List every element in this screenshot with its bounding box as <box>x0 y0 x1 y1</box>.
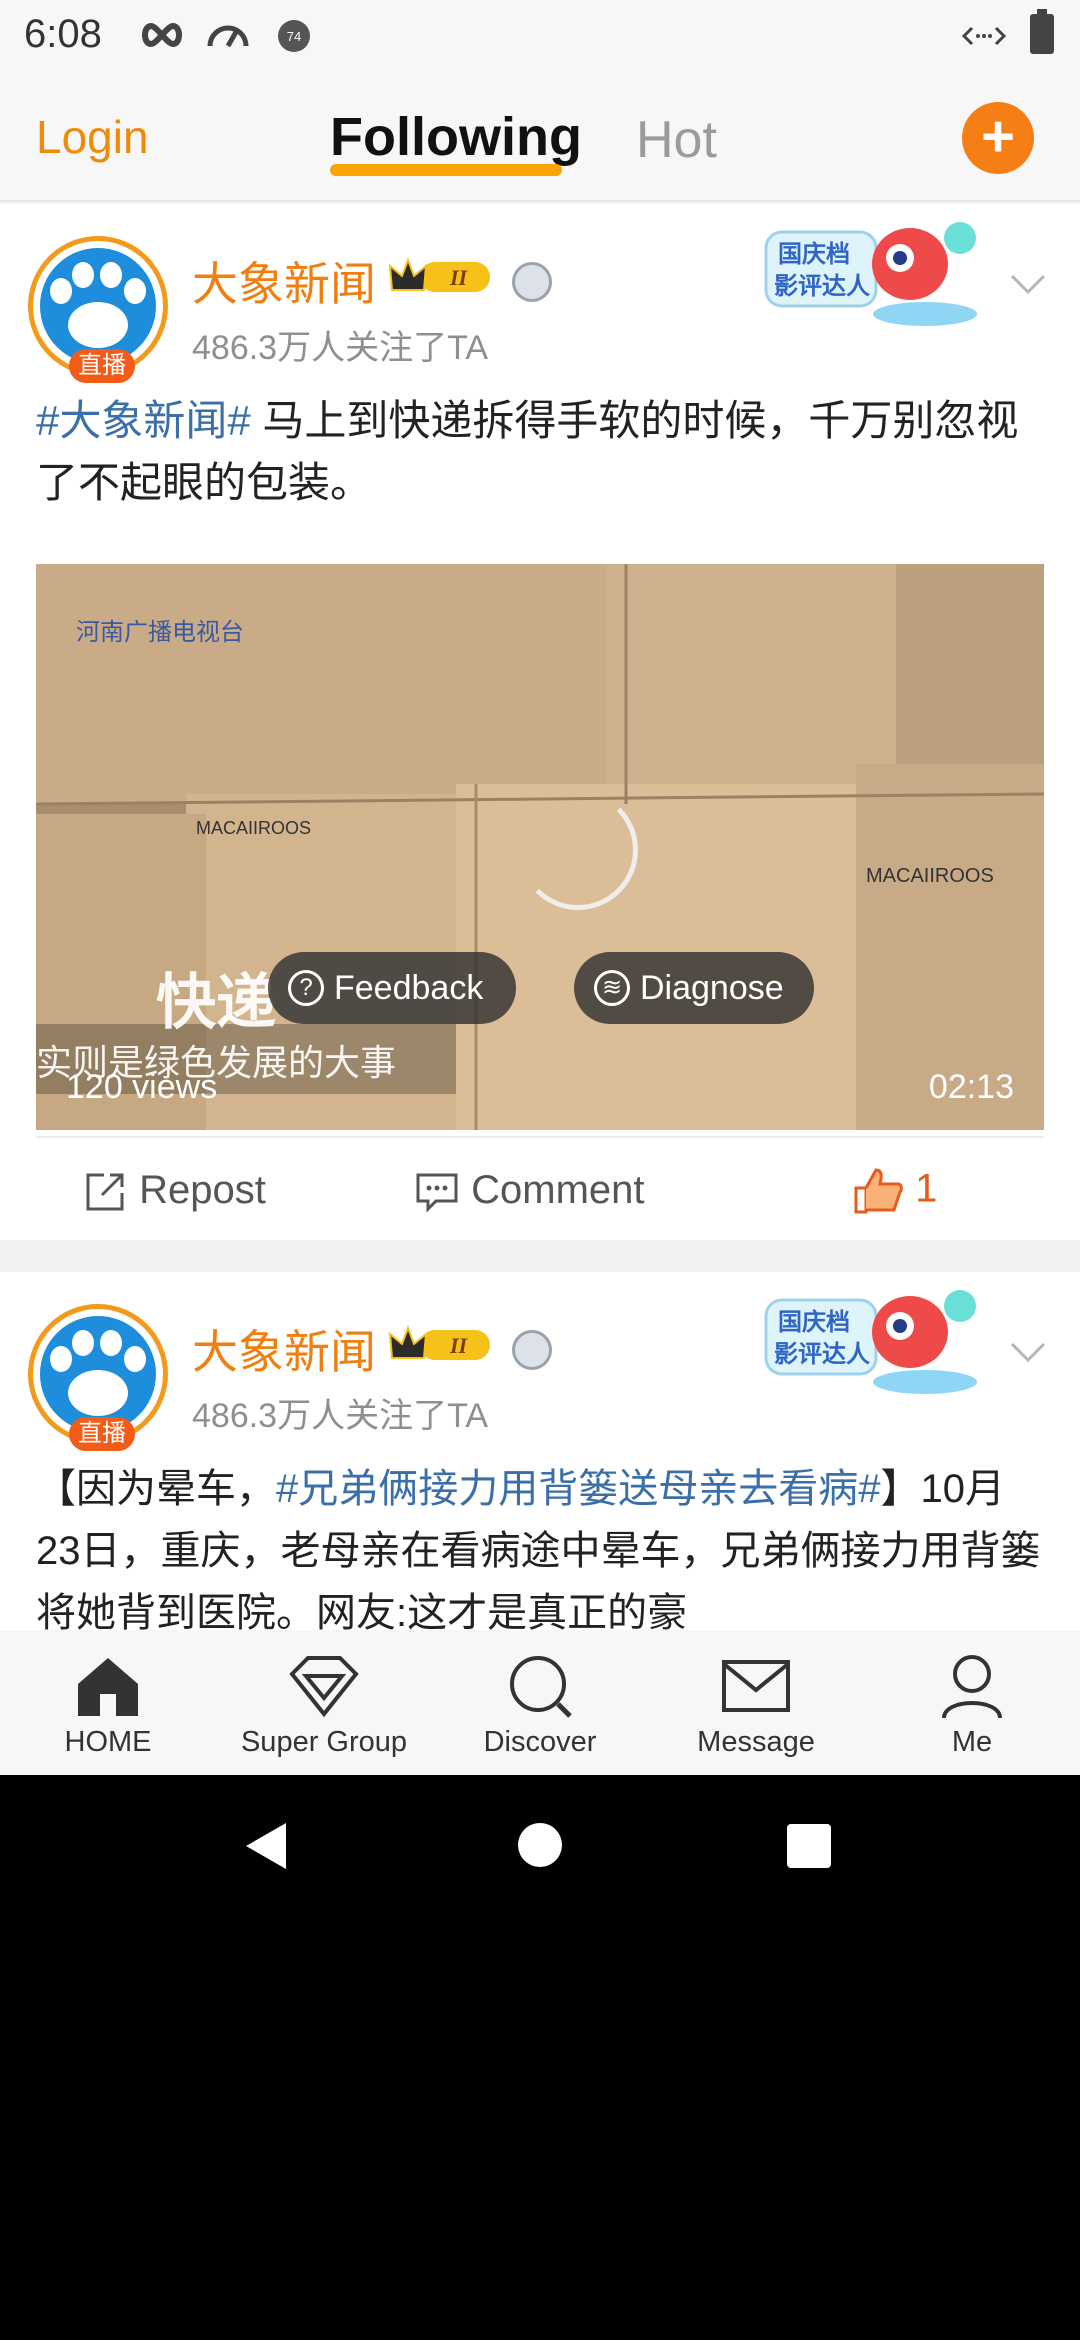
status-time: 6:08 <box>24 12 102 56</box>
notification-badge-icon: 74 <box>278 20 310 52</box>
video-duration: 02:13 <box>928 1068 1014 1106</box>
vip-rank-badge-icon: II <box>388 1325 490 1360</box>
active-tab-indicator <box>330 164 562 176</box>
medal-icon <box>512 262 552 302</box>
like-count: 1 <box>915 1166 938 1211</box>
svg-text:国庆档: 国庆档 <box>778 1308 850 1336</box>
repost-icon <box>86 1173 124 1211</box>
recents-icon[interactable] <box>786 1823 832 1869</box>
tab-discover[interactable]: Discover <box>432 1630 648 1775</box>
avatar[interactable]: 直播 <box>28 1304 168 1451</box>
tab-super-group[interactable]: Super Group <box>216 1630 432 1775</box>
person-icon <box>942 1655 1002 1719</box>
post-card[interactable]: 直播 大象新闻 II 486.3万人关注了TA 国庆档 影评达人 #大象新闻# … <box>0 204 1080 1240</box>
post-text: #大象新闻# 马上到快递拆得手软的时候，千万别忽视了不起眼的包装。 <box>36 390 1046 514</box>
thumbs-up-icon <box>854 1168 903 1214</box>
view-count: 120 views <box>66 1068 218 1106</box>
compose-button[interactable]: + <box>962 102 1034 174</box>
tab-home[interactable]: HOME <box>0 1630 216 1775</box>
comment-button[interactable]: Comment <box>414 1168 645 1215</box>
promo-sticker-icon[interactable]: 国庆档 影评达人 <box>760 1282 1000 1402</box>
svg-text:河南广播电视台: 河南广播电视台 <box>76 618 244 646</box>
home-nav-icon[interactable] <box>516 1821 564 1869</box>
speedometer-icon <box>207 25 249 48</box>
back-icon[interactable] <box>244 1821 288 1871</box>
svg-text:影评达人: 影评达人 <box>774 272 870 300</box>
mail-icon <box>722 1660 790 1712</box>
repost-button[interactable]: Repost <box>82 1168 266 1215</box>
top-nav: Login Following Hot + <box>0 72 1080 202</box>
paw-logo <box>40 248 156 364</box>
android-nav-bar <box>0 1775 1080 1925</box>
paw-logo <box>40 1316 156 1432</box>
video-player[interactable]: 河南广播电视台 MACAIIROOS MACAIIROOS 快递 实则是绿色发展… <box>36 564 1044 1130</box>
svg-text:II: II <box>449 265 469 290</box>
live-badge: 直播 <box>69 1417 135 1451</box>
hashtag-link[interactable]: #兄弟俩接力用背篓送母亲去看病# <box>276 1467 881 1511</box>
question-icon: ? <box>288 970 324 1006</box>
diamond-icon <box>289 1656 359 1718</box>
svg-text:MACAIIROOS: MACAIIROOS <box>866 865 994 887</box>
video-subtitle-line1: 快递 <box>156 969 276 1036</box>
svg-text:MACAIIROOS: MACAIIROOS <box>196 818 311 838</box>
comment-icon <box>416 1173 458 1214</box>
home-icon <box>78 1658 138 1716</box>
promo-sticker-icon[interactable]: 国庆档 影评达人 <box>760 214 1000 334</box>
loading-spinner-icon <box>518 790 638 910</box>
search-icon <box>510 1656 572 1718</box>
diagnose-button[interactable]: ≋ Diagnose <box>574 952 814 1024</box>
tab-hot[interactable]: Hot <box>636 110 717 170</box>
tab-message[interactable]: Message <box>648 1630 864 1775</box>
svg-text:II: II <box>449 1333 469 1358</box>
follower-count: 486.3万人关注了TA <box>192 329 489 367</box>
post-body-prefix: 【因为晕车， <box>36 1467 276 1511</box>
app-screen: 6:08 74 Login Following Hot + 直播 大象新闻 II… <box>0 0 1080 1775</box>
divider <box>36 1136 1044 1138</box>
bottom-tab-bar: HOME Super Group Discover Message Me <box>0 1630 1080 1775</box>
feedback-button[interactable]: ? Feedback <box>268 952 516 1024</box>
status-bar: 6:08 74 <box>0 0 1080 72</box>
svg-text:国庆档: 国庆档 <box>778 240 850 268</box>
login-link[interactable]: Login <box>36 110 149 164</box>
live-badge: 直播 <box>69 349 135 383</box>
medal-icon <box>512 1330 552 1370</box>
author-name[interactable]: 大象新闻 <box>192 248 376 314</box>
chevron-down-icon[interactable] <box>1008 264 1048 304</box>
data-arrows-icon <box>962 26 1006 46</box>
author-name[interactable]: 大象新闻 <box>192 1316 376 1382</box>
hashtag-link[interactable]: #大象新闻# <box>36 397 251 444</box>
like-button[interactable]: 1 <box>852 1166 937 1216</box>
post-text: 【因为晕车，#兄弟俩接力用背篓送母亲去看病#】10月23日，重庆，老母亲在看病途… <box>36 1458 1046 1644</box>
signal-icon: ≋ <box>594 970 630 1006</box>
tab-me[interactable]: Me <box>864 1630 1080 1775</box>
infinity-icon <box>142 22 182 48</box>
chevron-down-icon[interactable] <box>1008 1332 1048 1372</box>
vip-rank-badge-icon: II <box>388 257 490 292</box>
avatar[interactable]: 直播 <box>28 236 168 383</box>
follower-count: 486.3万人关注了TA <box>192 1397 489 1435</box>
svg-text:影评达人: 影评达人 <box>774 1340 870 1368</box>
svg-text:74: 74 <box>287 29 301 44</box>
tab-following[interactable]: Following <box>330 106 582 168</box>
battery-icon <box>1030 9 1054 54</box>
